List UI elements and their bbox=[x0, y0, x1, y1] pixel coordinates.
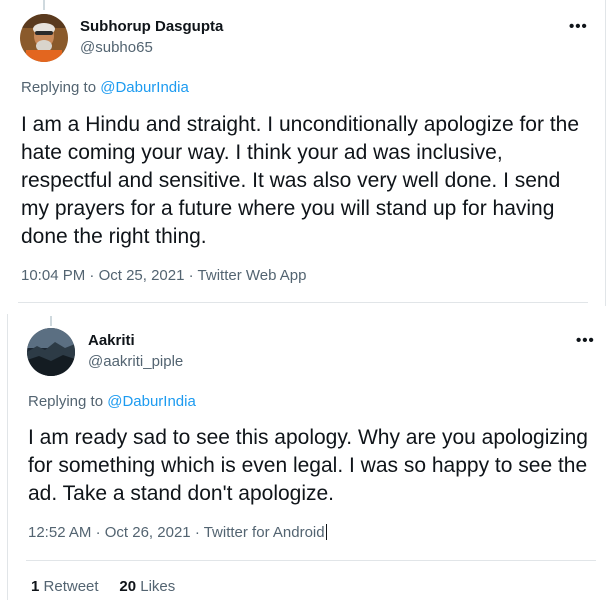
divider bbox=[26, 560, 596, 561]
tweet-card: Subhorup Dasgupta @subho65 ••• Replying … bbox=[0, 0, 606, 306]
tweet-date[interactable]: Oct 25, 2021 bbox=[99, 267, 185, 284]
replying-to-label: Replying to bbox=[28, 393, 104, 410]
likes-count: 20 bbox=[119, 578, 137, 595]
tweet-meta: 10:04 PM · Oct 25, 2021 · Twitter Web Ap… bbox=[21, 267, 307, 285]
more-options-icon[interactable]: ••• bbox=[569, 19, 588, 34]
text-cursor bbox=[325, 524, 327, 540]
more-options-icon[interactable]: ••• bbox=[576, 333, 595, 348]
replying-to: Replying to @DaburIndia bbox=[21, 79, 189, 97]
author-name[interactable]: Aakriti bbox=[88, 332, 135, 350]
tweet-text: I am a Hindu and straight. I uncondition… bbox=[21, 113, 580, 248]
thread-line bbox=[50, 316, 52, 326]
author-handle[interactable]: @subho65 bbox=[80, 39, 153, 57]
tweet-time[interactable]: 10:04 PM bbox=[21, 267, 85, 284]
likes-label: Likes bbox=[140, 578, 176, 595]
mention-link[interactable]: @DaburIndia bbox=[107, 393, 196, 410]
avatar-image bbox=[27, 328, 75, 376]
meta-separator: · bbox=[194, 524, 200, 541]
mention-link[interactable]: @DaburIndia bbox=[100, 79, 189, 96]
divider bbox=[18, 302, 588, 303]
likes-stat[interactable]: 20 Likes bbox=[119, 578, 175, 595]
replying-to: Replying to @DaburIndia bbox=[28, 393, 196, 411]
tweet-meta: 12:52 AM · Oct 26, 2021 · Twitter for An… bbox=[28, 524, 327, 542]
avatar-image bbox=[20, 14, 68, 62]
retweets-count: 1 bbox=[31, 578, 40, 595]
tweet-source[interactable]: Twitter for Android bbox=[204, 524, 325, 541]
tweet-card: Aakriti @aakriti_piple ••• Replying to @… bbox=[7, 314, 611, 600]
retweets-stat[interactable]: 1 Retweet bbox=[31, 578, 99, 595]
avatar[interactable] bbox=[20, 14, 68, 62]
replying-to-label: Replying to bbox=[21, 79, 97, 96]
tweet-time[interactable]: 12:52 AM bbox=[28, 524, 91, 541]
tweet-stats: 1 Retweet 20 Likes bbox=[31, 578, 175, 596]
author-name[interactable]: Subhorup Dasgupta bbox=[80, 18, 223, 36]
meta-separator: · bbox=[188, 267, 194, 284]
meta-separator: · bbox=[95, 524, 101, 541]
thread-line bbox=[43, 0, 45, 10]
author-handle[interactable]: @aakriti_piple bbox=[88, 353, 183, 371]
avatar[interactable] bbox=[27, 328, 75, 376]
tweet-text: I am ready sad to see this apology. Why … bbox=[28, 426, 588, 505]
meta-separator: · bbox=[89, 267, 95, 284]
tweet-date[interactable]: Oct 26, 2021 bbox=[105, 524, 191, 541]
tweet-source[interactable]: Twitter Web App bbox=[198, 267, 307, 284]
retweets-label: Retweet bbox=[43, 578, 99, 595]
